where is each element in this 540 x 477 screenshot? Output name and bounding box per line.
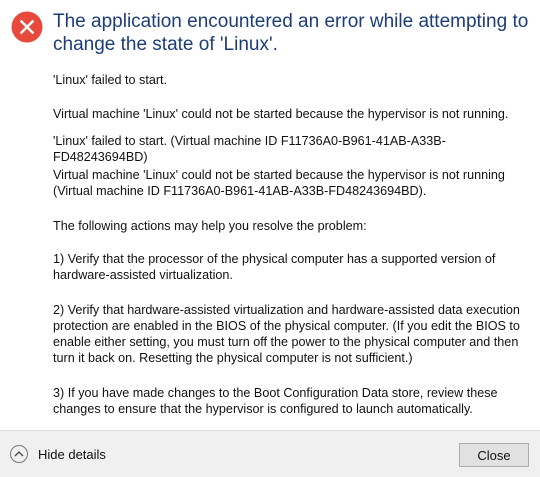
detail-paragraph: 1) Verify that the processor of the phys… (53, 252, 496, 282)
detail-paragraph: 'Linux' failed to start. (Virtual machin… (53, 134, 446, 164)
chevron-up-icon (10, 445, 28, 463)
detail-paragraph: 2) Verify that hardware-assisted virtual… (53, 303, 520, 365)
dialog-footer: Hide details Close (0, 430, 540, 477)
detail-paragraph: The following actions may help you resol… (53, 219, 367, 233)
hide-details-label: Hide details (38, 446, 106, 462)
close-button[interactable]: Close (459, 443, 529, 467)
error-icon (11, 11, 43, 43)
error-dialog: The application encountered an error whi… (0, 0, 540, 477)
detail-paragraph: 'Linux' failed to start. (53, 73, 168, 87)
dialog-title: The application encountered an error whi… (53, 11, 529, 55)
hide-details-toggle[interactable]: Hide details (10, 444, 106, 464)
detail-paragraph: Virtual machine 'Linux' could not be sta… (53, 107, 509, 121)
detail-paragraph: Virtual machine 'Linux' could not be sta… (53, 168, 505, 198)
detail-paragraph: 3) If you have made changes to the Boot … (53, 386, 498, 416)
